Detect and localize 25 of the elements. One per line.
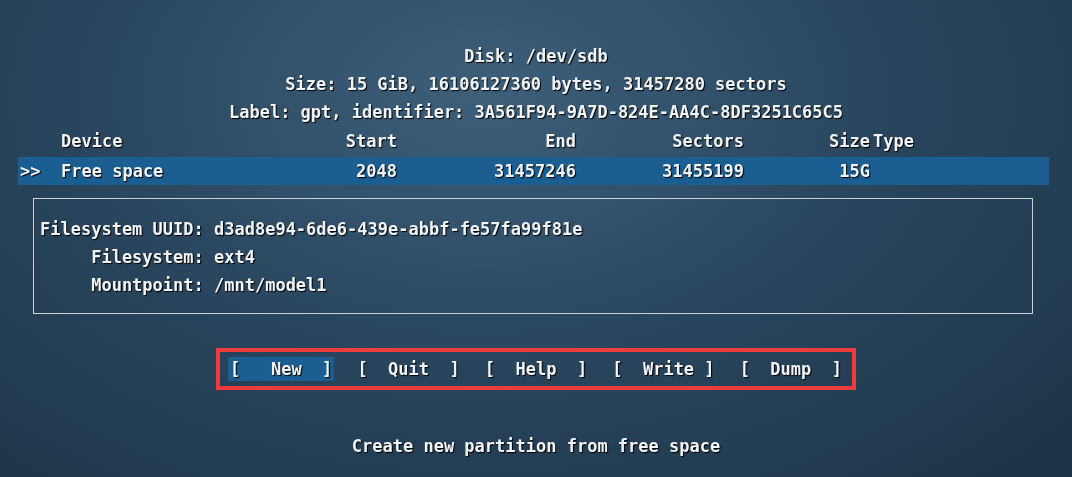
detail-line: Filesystem UUID: d3ad8e94-6de6-439e-abbf-fe57fa99f81e	[40, 218, 584, 241]
column-header: Sectors	[671, 131, 744, 151]
menu-button[interactable]: [ Help ]	[482, 357, 590, 381]
menu-button[interactable]: [ Quit ]	[355, 357, 462, 381]
column-header: Size	[828, 131, 870, 151]
table-cell-text: 31455199	[661, 161, 744, 181]
column-header: Device	[61, 131, 124, 151]
status-hint: Create new partition from free space	[350, 436, 722, 456]
detail-line: Mountpoint: /mnt/model1	[90, 274, 328, 297]
table-cell-text: 15G	[838, 161, 870, 181]
disk-title: Disk: /dev/sdb	[464, 45, 608, 68]
disk-size-info: Size: 15 GiB, 16106127360 bytes, 31457280 sectors	[285, 73, 787, 96]
partition-row[interactable]: >> Free space 2048 31457246 31455199 15G	[18, 157, 1049, 185]
table-cell-text: 2048	[355, 161, 397, 181]
table-cell-text: Free space	[61, 161, 165, 181]
disk-label-info: Label: gpt, identifier: 3A561F94-9A7D-824E-AA4C-8DF3251C65C5	[228, 101, 844, 124]
menu-button[interactable]: [ New ]	[228, 357, 335, 381]
menu-button[interactable]: [ Write ]	[610, 357, 717, 381]
column-header: End	[544, 131, 576, 151]
row-marker: >>	[20, 161, 42, 181]
column-header: Start	[344, 131, 397, 151]
table-cell-text: 31457246	[493, 161, 576, 181]
menu-button[interactable]: [ Dump ]	[737, 357, 844, 381]
detail-line: Filesystem: ext4	[90, 246, 256, 269]
column-header: Type	[872, 131, 915, 151]
